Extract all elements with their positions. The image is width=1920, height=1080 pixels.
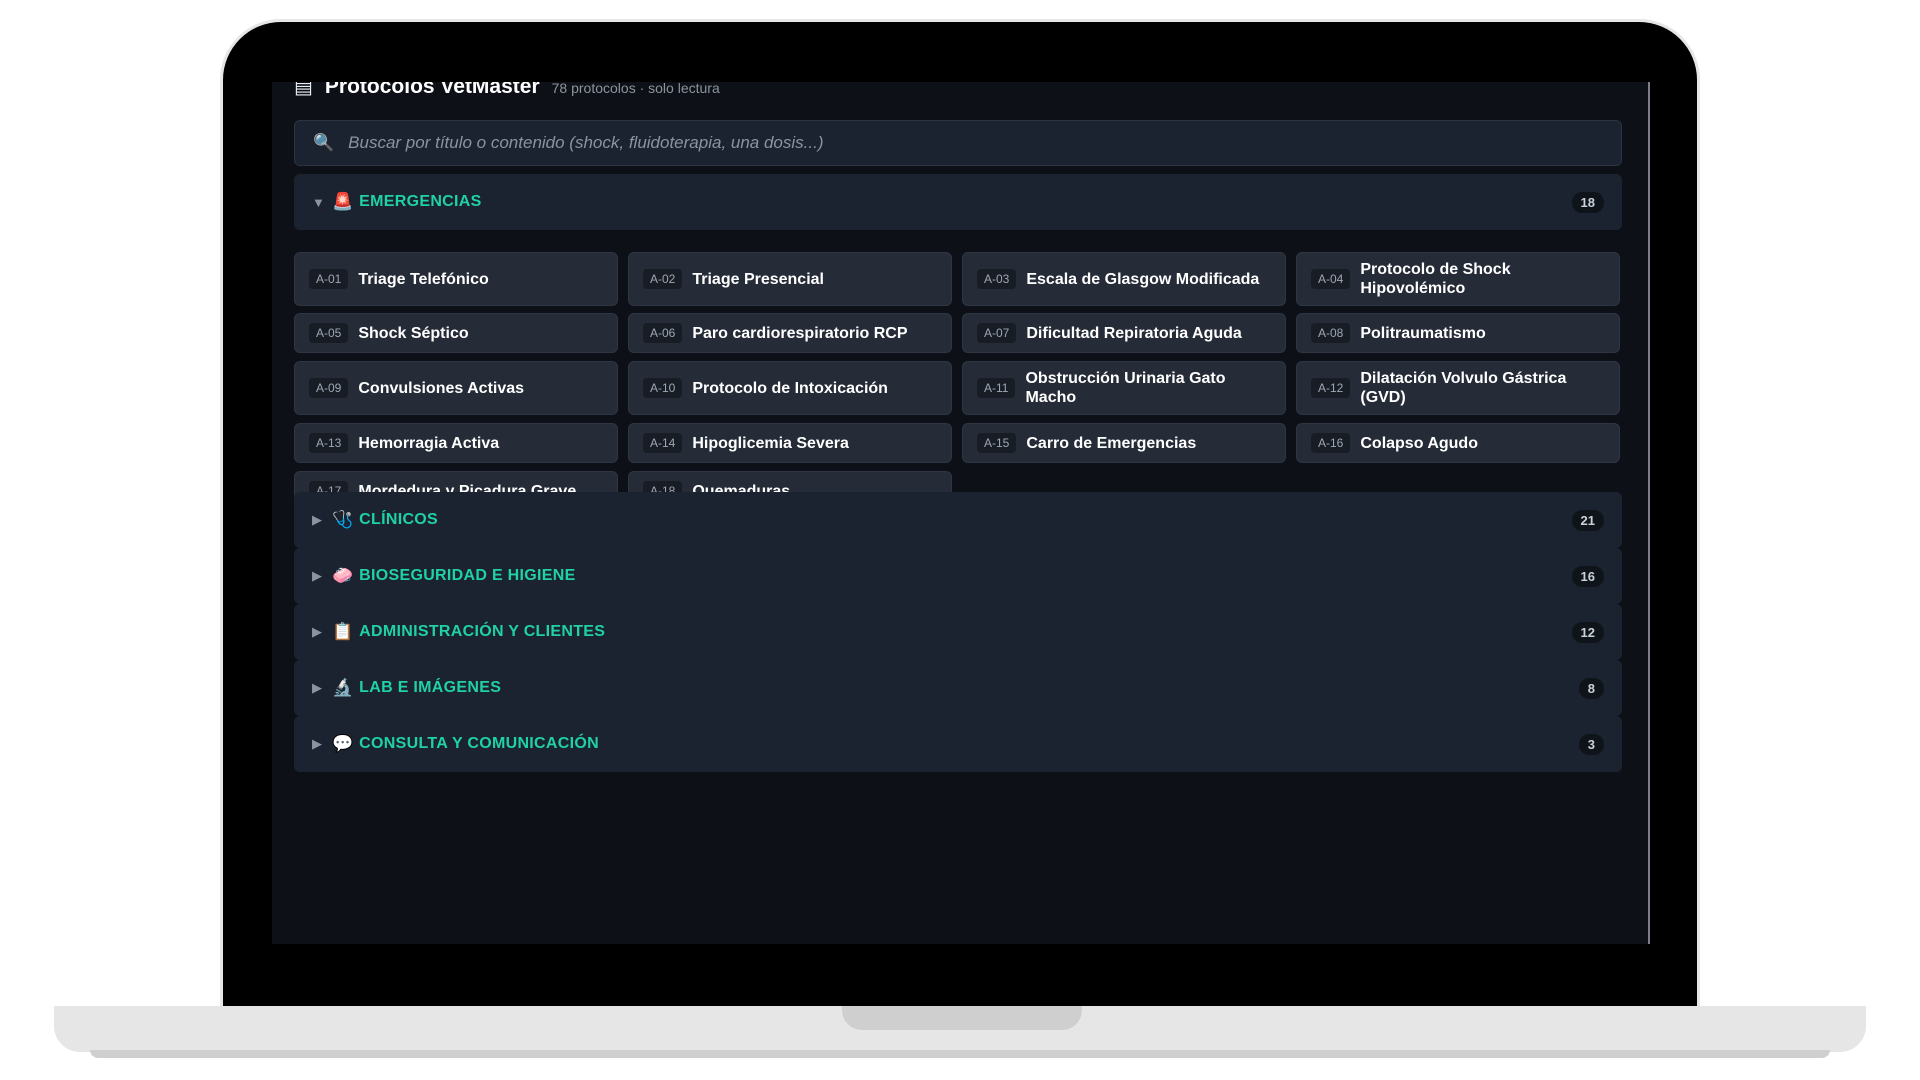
stethoscope-icon: 🩺 [332, 510, 354, 529]
count-badge: 3 [1578, 733, 1604, 755]
section-label: ADMINISTRACIÓN Y CLIENTES [359, 623, 606, 640]
protocol-grid: A-01 Triage Telefónico A-02 Triage Presenci… [294, 252, 1622, 511]
section-label: CLÍNICOS [359, 511, 439, 528]
section-label: LAB E IMÁGENES [359, 679, 502, 696]
protocol-title: Carro de Emergencias [1026, 434, 1197, 452]
protocol-title: Protocolo de Intoxicación [692, 379, 888, 397]
protocol-code-badge: A-04 [1311, 269, 1351, 289]
section-bioseguridad[interactable]: ▶ 🧼 BIOSEGURIDAD E HIGIENE 16 [294, 548, 1622, 604]
section-label: BIOSEGURIDAD E HIGIENE [359, 567, 576, 584]
protocol-title: Triage Presencial [692, 270, 824, 288]
page-subtitle: 78 protocolos · solo lectura [551, 82, 720, 96]
protocol-code-badge: A-09 [309, 378, 349, 398]
protocol-card[interactable]: A-05 Shock Séptico [294, 313, 618, 353]
protocol-title: Triage Telefónico [358, 270, 489, 288]
search-input[interactable] [346, 132, 1621, 154]
protocol-code-badge: A-14 [643, 433, 683, 453]
page-icon: ▤ [294, 82, 313, 98]
protocol-title: Escala de Glasgow Modificada [1026, 270, 1260, 288]
protocol-title: Protocolo de Shock Hipovolémico [1360, 261, 1511, 297]
protocol-code-badge: A-03 [977, 269, 1017, 289]
chevron-down-icon: ▼ [312, 194, 325, 210]
protocol-code-badge: A-06 [643, 323, 683, 343]
laptop-base-shadow [90, 1050, 1830, 1058]
protocol-code-badge: A-15 [977, 433, 1017, 453]
protocol-title: Convulsiones Activas [358, 379, 525, 397]
chevron-right-icon: ▶ [312, 736, 322, 751]
protocol-title: Colapso Agudo [1360, 434, 1478, 452]
protocol-code-badge: A-02 [643, 269, 683, 289]
protocol-title: Shock Séptico [358, 324, 469, 342]
section-clinicos[interactable]: ▶ 🩺 CLÍNICOS 21 [294, 492, 1622, 548]
protocol-card[interactable]: A-12 Dilatación Volvulo Gástrica (GVD) [1296, 361, 1620, 415]
count-badge: 16 [1571, 565, 1604, 587]
protocol-code-badge: A-13 [309, 433, 349, 453]
protocol-card[interactable]: A-10 Protocolo de Intoxicación [628, 361, 952, 415]
protocol-card[interactable]: A-16 Colapso Agudo [1296, 423, 1620, 463]
app-screen: ▤ Protocolos VetMaster 78 protocolos · s… [272, 82, 1650, 944]
chevron-right-icon: ▶ [312, 624, 322, 639]
siren-icon: 🚨 [332, 192, 354, 211]
protocol-card[interactable]: A-15 Carro de Emergencias [962, 423, 1286, 463]
protocol-code-badge: A-12 [1311, 378, 1351, 398]
count-badge: 18 [1571, 191, 1604, 213]
protocol-title: Hipoglicemia Severa [692, 434, 849, 452]
protocol-title: Dificultad Repiratoria Aguda [1026, 324, 1242, 342]
protocol-code-badge: A-01 [309, 269, 349, 289]
section-administracion[interactable]: ▶ 📋 ADMINISTRACIÓN Y CLIENTES 12 [294, 604, 1622, 660]
count-badge: 21 [1571, 509, 1604, 531]
chevron-right-icon: ▶ [312, 512, 322, 527]
protocol-code-badge: A-16 [1311, 433, 1351, 453]
protocol-title: Paro cardiorespiratorio RCP [692, 324, 908, 342]
protocol-title: Hemorragia Activa [358, 434, 500, 452]
page-title: Protocolos VetMaster [324, 82, 540, 98]
protocol-title: Obstrucción Urinaria Gato Macho [1025, 370, 1226, 406]
protocol-card[interactable]: A-06 Paro cardiorespiratorio RCP [628, 313, 952, 353]
section-consulta[interactable]: ▶ 💬 CONSULTA Y COMUNICACIÓN 3 [294, 716, 1622, 772]
protocol-card[interactable]: A-11 Obstrucción Urinaria Gato Macho [962, 361, 1286, 415]
count-badge: 12 [1571, 621, 1604, 643]
protocol-card[interactable]: A-13 Hemorragia Activa [294, 423, 618, 463]
soap-icon: 🧼 [332, 566, 354, 585]
chevron-right-icon: ▶ [312, 680, 322, 695]
protocol-card[interactable]: A-01 Triage Telefónico [294, 252, 618, 306]
protocol-code-badge: A-08 [1311, 323, 1351, 343]
protocol-code-badge: A-07 [977, 323, 1017, 343]
microscope-icon: 🔬 [332, 678, 354, 697]
count-badge: 8 [1578, 677, 1604, 699]
section-lab[interactable]: ▶ 🔬 LAB E IMÁGENES 8 [294, 660, 1622, 716]
protocol-card[interactable]: A-14 Hipoglicemia Severa [628, 423, 952, 463]
search-icon: 🔍 [313, 133, 335, 152]
protocol-code-badge: A-05 [309, 323, 349, 343]
protocol-title: Dilatación Volvulo Gástrica (GVD) [1360, 370, 1567, 406]
protocol-card[interactable]: A-02 Triage Presencial [628, 252, 952, 306]
protocol-card[interactable]: A-09 Convulsiones Activas [294, 361, 618, 415]
protocol-code-badge: A-11 [977, 378, 1016, 398]
chevron-right-icon: ▶ [312, 568, 322, 583]
page-header: ▤ Protocolos VetMaster 78 protocolos · s… [294, 82, 720, 108]
protocol-card[interactable]: A-03 Escala de Glasgow Modificada [962, 252, 1286, 306]
protocol-card[interactable]: A-04 Protocolo de Shock Hipovolémico [1296, 252, 1620, 306]
protocol-card[interactable]: A-08 Politraumatismo [1296, 313, 1620, 353]
section-label: CONSULTA Y COMUNICACIÓN [359, 735, 599, 752]
section-emergencias[interactable]: ▼ 🚨 EMERGENCIAS 18 [294, 174, 1622, 230]
clipboard-icon: 📋 [332, 622, 354, 641]
search-bar[interactable]: 🔍 [294, 120, 1622, 166]
protocol-title: Politraumatismo [1360, 324, 1486, 342]
protocol-code-badge: A-10 [643, 378, 683, 398]
speech-bubble-icon: 💬 [332, 734, 354, 753]
section-label: EMERGENCIAS [359, 193, 482, 210]
protocol-card[interactable]: A-07 Dificultad Repiratoria Aguda [962, 313, 1286, 353]
laptop-notch [842, 1006, 1082, 1030]
